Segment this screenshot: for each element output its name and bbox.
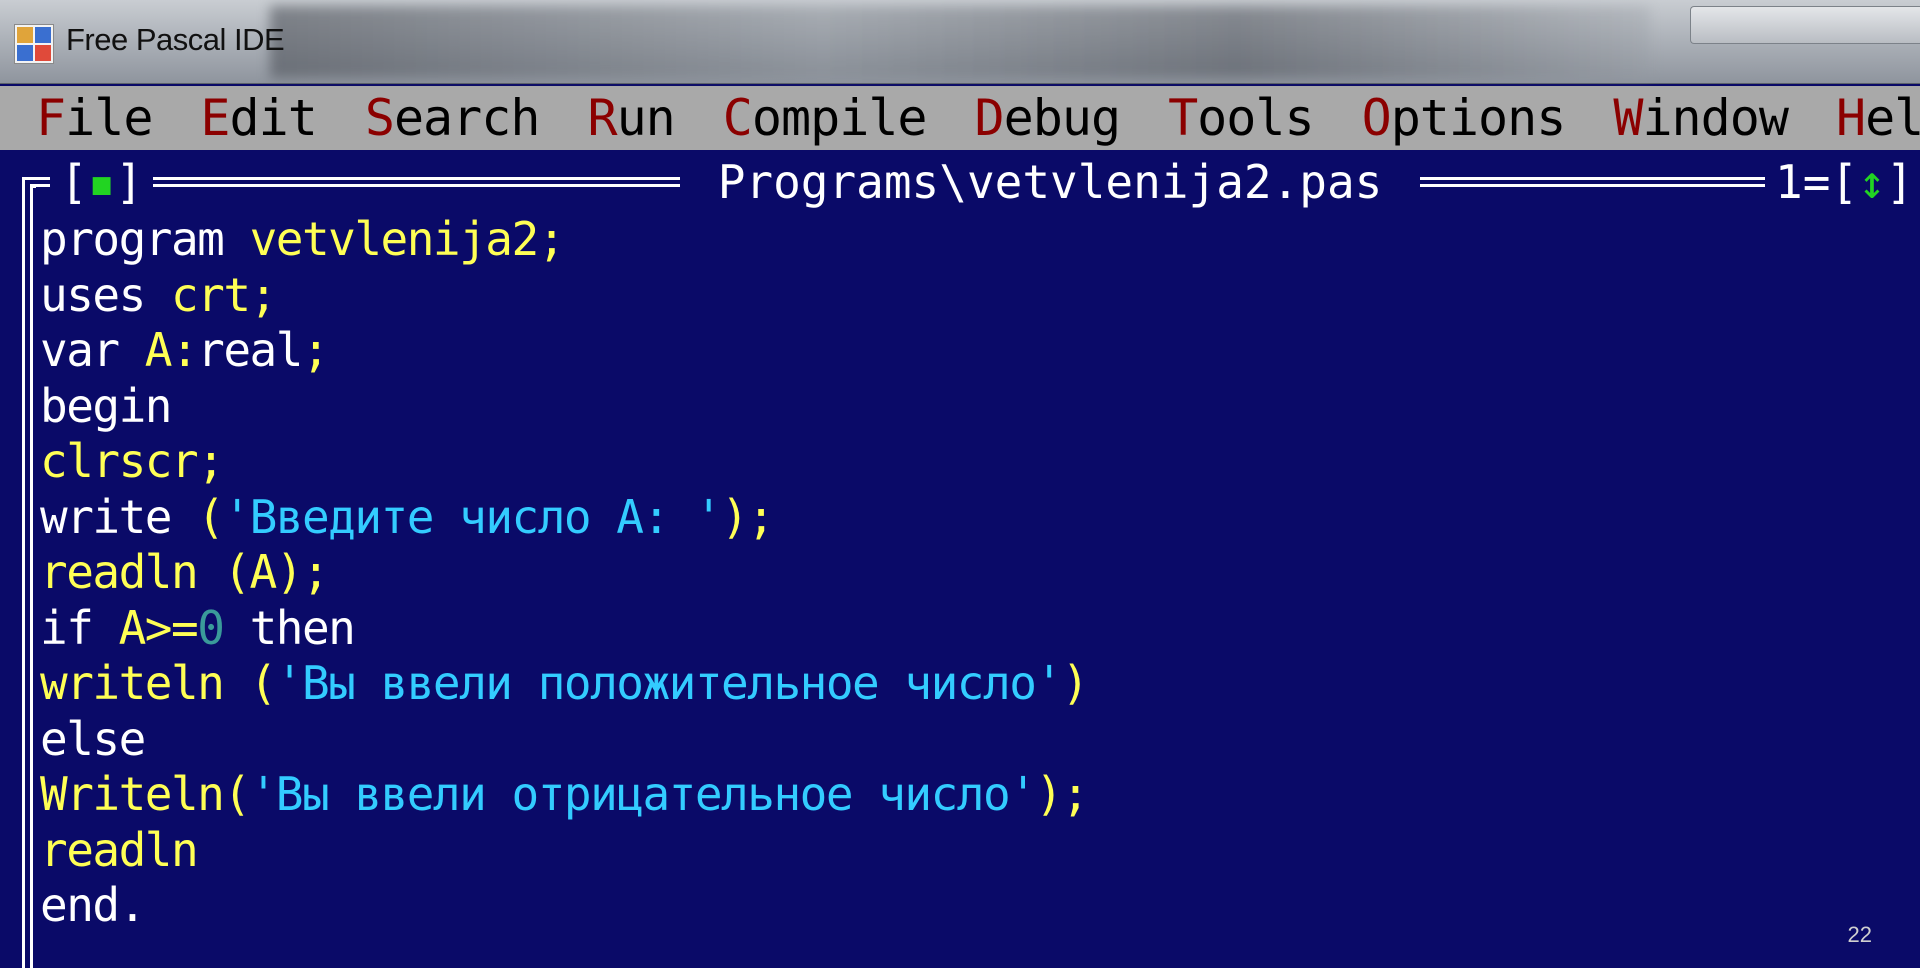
menu-hotkey: C <box>722 89 753 147</box>
code-token: ); <box>1035 767 1089 821</box>
code-token: begin <box>40 378 172 433</box>
menu-hotkey: W <box>1613 89 1643 147</box>
code-token: if <box>40 600 119 655</box>
code-token: vetvlenija2; <box>249 212 566 266</box>
code-token: ( <box>197 489 225 544</box>
code-line[interactable]: begin <box>40 379 1900 435</box>
menu-label-rest: ptions <box>1390 89 1567 147</box>
code-line[interactable]: readln <box>40 823 1900 879</box>
menu-item-options[interactable]: Options <box>1361 86 1567 150</box>
menu-item-run[interactable]: Run <box>587 86 676 150</box>
menu-item-window[interactable]: Window <box>1613 86 1789 150</box>
window-number-and-zoom: 1=[↕] <box>1765 150 1920 214</box>
code-token: ); <box>721 489 775 544</box>
code-line[interactable]: uses crt; <box>40 268 1900 324</box>
code-token: crt; <box>170 267 277 322</box>
file-title: Programs\vetvlenija2.pas <box>680 150 1421 214</box>
code-line[interactable]: clrscr; <box>40 434 1900 490</box>
window-control-buttons[interactable] <box>1690 6 1920 44</box>
code-token: write <box>40 489 198 544</box>
code-token: readln (A); <box>40 545 330 599</box>
menu-label-rest: dit <box>229 89 318 147</box>
menu-hotkey: H <box>1835 89 1866 147</box>
menu-label-rest: earch <box>393 89 541 147</box>
zoom-button[interactable]: [↕] <box>1830 155 1913 209</box>
menu-item-tools[interactable]: Tools <box>1168 86 1315 150</box>
menu-bar: File Edit Search Run Compile Debug Tools Option… <box>0 86 1920 150</box>
zoom-arrow-icon: ↕ <box>1858 155 1886 209</box>
menu-label-rest: ile <box>65 89 153 147</box>
menu-item-search[interactable]: Search <box>364 86 541 150</box>
code-token: end. <box>40 878 146 932</box>
frame-border-inner <box>30 185 36 968</box>
screen: Free Pascal IDE File Edit Search Run Compile… <box>0 0 1920 968</box>
code-token: ) <box>1061 656 1090 710</box>
code-line[interactable]: write ('Введите число A: '); <box>40 490 1900 546</box>
code-token: 'Вы ввели положительное число' <box>275 656 1063 710</box>
menu-label-rest: indow <box>1642 89 1789 147</box>
editor-window[interactable]: [▪] Programs\vetvlenija2.pas 1=[↕] progr… <box>0 150 1920 968</box>
code-token: 'Вы ввели отрицательное число' <box>249 767 1037 821</box>
editor-frame-top: [▪] Programs\vetvlenija2.pas 1=[↕] <box>0 150 1920 214</box>
code-token: 'Введите число A: ' <box>223 489 722 544</box>
title-bar-blur <box>270 6 1650 78</box>
menu-hotkey: F <box>36 89 66 147</box>
code-token: A: <box>144 323 199 377</box>
menu-item-file[interactable]: File <box>36 86 153 150</box>
code-token: real <box>197 323 303 377</box>
window-title: Free Pascal IDE <box>66 22 285 57</box>
code-token: then <box>223 600 356 655</box>
code-token: clrscr; <box>40 434 225 488</box>
menu-item-compile[interactable]: Compile <box>722 86 928 150</box>
menu-label-rest: ebug <box>1003 89 1121 147</box>
menu-hotkey: E <box>200 89 230 147</box>
code-line[interactable]: writeln ('Вы ввели положительное число') <box>40 656 1900 712</box>
menu-label-rest: un <box>616 89 676 147</box>
menu-item-debug[interactable]: Debug <box>974 86 1122 150</box>
close-box[interactable]: [▪] <box>50 150 154 214</box>
menu-item-edit[interactable]: Edit <box>200 86 318 150</box>
code-line[interactable]: if A>=0 then <box>40 601 1900 657</box>
code-line[interactable]: var A:real; <box>40 323 1900 379</box>
code-token: ; <box>301 323 330 377</box>
code-token: program <box>40 212 250 266</box>
code-token: 0 <box>197 600 225 655</box>
menu-hotkey: O <box>1361 89 1392 147</box>
title-bar: Free Pascal IDE <box>0 0 1920 84</box>
menu-hotkey: D <box>974 89 1005 147</box>
menu-label-rest: elp <box>1865 89 1920 147</box>
menu-hotkey: T <box>1168 89 1198 147</box>
menu-item-help[interactable]: Help <box>1836 86 1920 150</box>
menu-hotkey: R <box>587 89 617 147</box>
close-icon: ▪ <box>87 155 116 209</box>
slide-page-number: 22 <box>1847 922 1872 947</box>
code-token: uses <box>40 267 171 322</box>
free-pascal-ide-icon <box>14 24 54 64</box>
code-token: writeln ( <box>40 656 277 710</box>
code-line[interactable]: else <box>40 712 1900 768</box>
code-area[interactable]: program vetvlenija2; uses crt; var A:real;… <box>40 212 1900 934</box>
code-token: readln <box>40 822 199 877</box>
menu-label-rest: ompile <box>751 89 928 147</box>
menu-hotkey: S <box>364 89 395 147</box>
window-number: 1 <box>1775 155 1803 209</box>
code-token: var <box>40 323 145 377</box>
code-line[interactable]: Writeln('Вы ввели отрицательное число'); <box>40 767 1900 823</box>
code-line[interactable]: program vetvlenija2; <box>40 212 1900 268</box>
code-line[interactable]: readln (A); <box>40 545 1900 601</box>
code-line[interactable]: end. <box>40 878 1900 934</box>
code-token: Writeln( <box>40 767 251 821</box>
code-token: A>= <box>118 600 199 655</box>
code-token: else <box>40 711 146 766</box>
menu-label-rest: ools <box>1197 89 1314 147</box>
